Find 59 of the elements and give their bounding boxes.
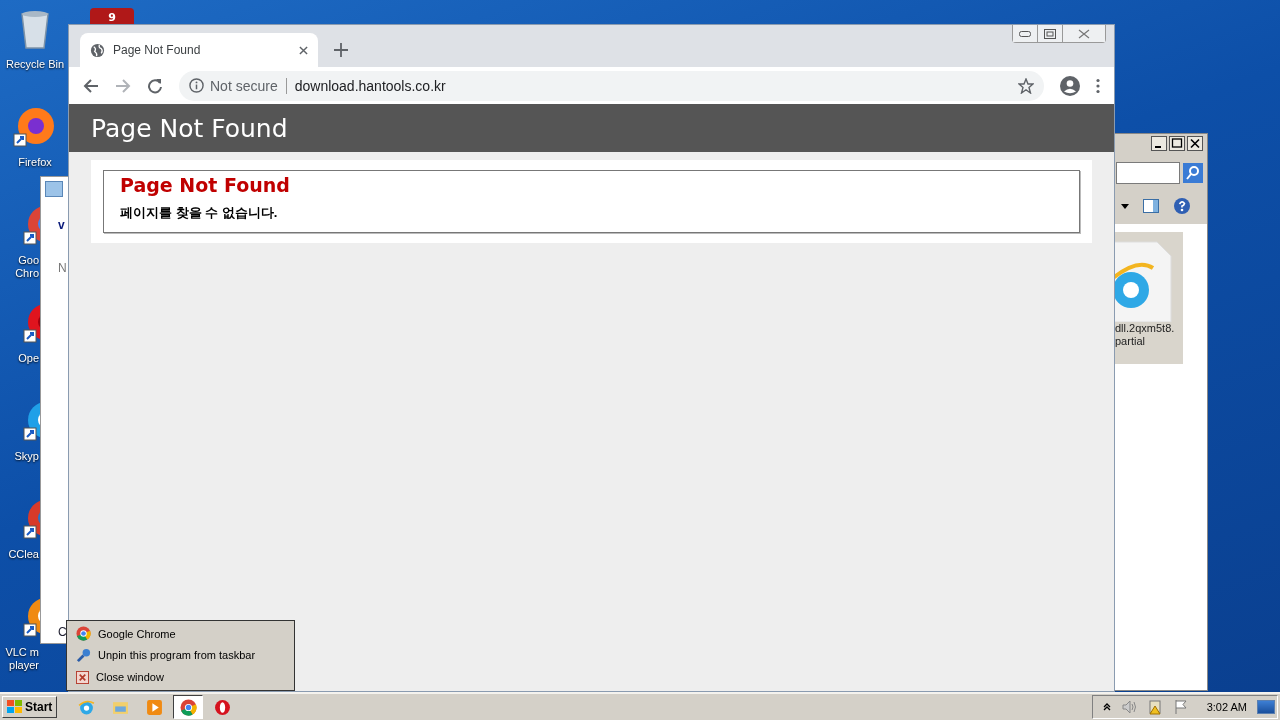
- dialog-button[interactable]: C: [58, 625, 67, 639]
- clock[interactable]: 3:02 AM: [1206, 701, 1247, 713]
- close-icon: [76, 670, 89, 684]
- desktop-icon-label: Firefox: [18, 156, 52, 169]
- minimize-button[interactable]: [1151, 136, 1167, 151]
- account-icon[interactable]: [1060, 75, 1080, 96]
- chrome-icon: [76, 626, 91, 642]
- pin-icon: [76, 648, 91, 663]
- desktop-icon-label: Goo Chro: [15, 254, 40, 280]
- pane-icon[interactable]: [1143, 199, 1159, 213]
- back-icon[interactable]: [83, 77, 99, 94]
- chrome-icon: [179, 698, 197, 716]
- dialog-text: v: [58, 218, 65, 232]
- banner-title: Page Not Found: [91, 113, 288, 143]
- star-icon[interactable]: [1018, 77, 1034, 94]
- menu-item[interactable]: Unpin this program from taskbar: [67, 645, 294, 666]
- opera-icon: [213, 698, 231, 716]
- start-button[interactable]: Start: [2, 696, 58, 718]
- security-label: Not secure: [210, 77, 287, 94]
- error-heading: Page Not Found: [120, 174, 290, 196]
- close-button[interactable]: [1187, 136, 1203, 151]
- address-bar[interactable]: Not secure download.hantools.co.kr: [179, 70, 1044, 101]
- windows-logo-icon: [7, 699, 23, 715]
- desktop-icon-label: Ope: [18, 352, 40, 365]
- new-tab-icon[interactable]: [334, 43, 348, 57]
- help-icon[interactable]: [1173, 197, 1191, 215]
- file-name: dll.2qxm5t8. partial: [1115, 322, 1175, 348]
- dialog-text: N: [58, 261, 67, 275]
- search-field[interactable]: [1116, 162, 1180, 184]
- maximize-button[interactable]: [1169, 136, 1185, 151]
- browser-tab[interactable]: Page Not Found: [80, 33, 318, 67]
- menu-item[interactable]: Close window: [67, 667, 294, 688]
- dropdown-icon[interactable]: [1121, 203, 1129, 209]
- search-icon[interactable]: [1183, 163, 1203, 183]
- reload-icon[interactable]: [147, 77, 163, 94]
- minimize-button[interactable]: [1013, 25, 1038, 42]
- network-warning-icon[interactable]: [1146, 699, 1163, 715]
- play-icon: [145, 698, 163, 716]
- desktop-icon-label: Skyp: [14, 450, 40, 463]
- browser-e-icon: [77, 698, 95, 716]
- app-icon: [45, 181, 63, 197]
- info-icon[interactable]: [189, 78, 204, 93]
- file-icon[interactable]: [1113, 238, 1173, 322]
- close-icon: [1078, 28, 1090, 39]
- minimize-icon: [1019, 30, 1031, 37]
- close-icon[interactable]: [299, 45, 308, 55]
- menu-item[interactable]: Google Chrome: [67, 623, 294, 644]
- restore-icon: [1044, 28, 1056, 39]
- maximize-button[interactable]: [1038, 25, 1063, 42]
- flag-icon[interactable]: [1172, 699, 1189, 715]
- taskbar-button[interactable]: [173, 695, 204, 719]
- desktop-icon-label: CClea: [8, 548, 40, 561]
- globe-icon: [90, 42, 105, 58]
- chevron-up-icon[interactable]: [1102, 703, 1111, 711]
- menu-icon[interactable]: [1096, 77, 1100, 94]
- desktop-icon-label: Recycle Bin: [5, 58, 65, 71]
- url-text: download.hantools.co.kr: [293, 77, 446, 94]
- desktop-icon-label: VLC m player: [5, 646, 40, 672]
- error-message: 페이지를 찾을 수 없습니다.: [120, 204, 278, 222]
